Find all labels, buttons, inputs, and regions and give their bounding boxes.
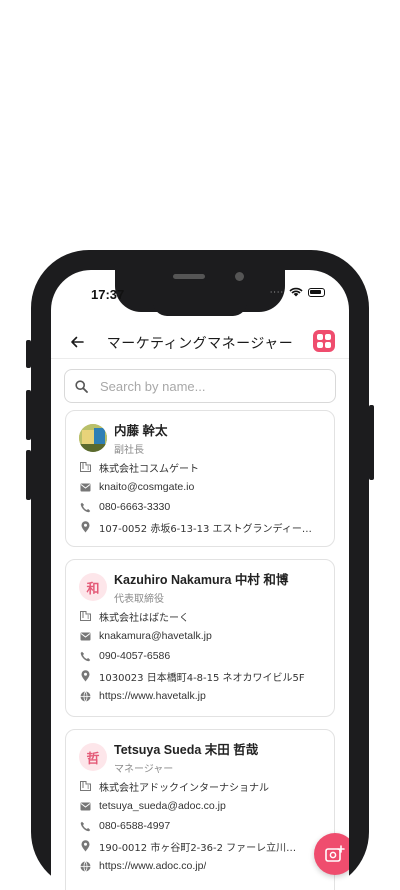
avatar: 和 (79, 573, 107, 601)
header-divider (51, 358, 349, 359)
contact-role: 代表取締役 (114, 594, 164, 605)
contact-name: 内藤 幹太 (114, 424, 168, 438)
address-row: 190-0012 市ヶ谷町2-36-2 ファーレ立川… (79, 838, 324, 854)
speaker (173, 274, 205, 279)
contact-website[interactable]: https://www.havetalk.jp (99, 690, 206, 702)
avatar (79, 424, 107, 452)
phone-icon (79, 501, 91, 513)
grid-menu-icon-cell (325, 342, 331, 348)
grid-menu-icon (317, 334, 323, 340)
phone-row: 080-6663-3330 (79, 499, 324, 515)
contact-company: 株式会社アドックインターナショナル (99, 782, 269, 794)
front-camera (235, 272, 244, 281)
contact-email[interactable]: knakamura@havetalk.jp (99, 630, 212, 642)
app-screen: 17:37 ···· マーケティングマネージャー Search by name.… (51, 270, 349, 890)
add-photo-icon (325, 845, 345, 862)
contact-address: 107-0052 赤坂6-13-13 エストグランディー… (99, 523, 312, 535)
contact-address: 1030023 日本橋町4-8-15 ネオカワイビル5F (99, 672, 305, 684)
contact-address: 190-0012 市ヶ谷町2-36-2 ファーレ立川… (99, 842, 297, 854)
search-bar[interactable] (64, 369, 336, 403)
location-pin-icon (79, 521, 91, 533)
contact-phone[interactable]: 080-6663-3330 (99, 501, 170, 513)
phone-frame: 17:37 ···· マーケティングマネージャー Search by name.… (26, 250, 374, 890)
phone-row: 080-6588-4997 (79, 818, 324, 834)
contact-email[interactable]: tetsuya_sueda@adoc.co.jp (99, 800, 226, 812)
battery-icon (308, 287, 325, 297)
avatar: 哲 (79, 743, 107, 771)
globe-icon (79, 690, 91, 702)
building-icon (79, 780, 91, 792)
grid-menu-icon-cell (325, 334, 331, 340)
globe-icon (79, 860, 91, 872)
contact-name: Kazuhiro Nakamura 中村 和博 (114, 573, 289, 587)
power-button (369, 405, 374, 480)
contact-role: マネージャー (114, 764, 174, 775)
phone-icon (79, 650, 91, 662)
mute-switch (26, 340, 31, 368)
location-pin-icon (79, 670, 91, 682)
email-row: tetsuya_sueda@adoc.co.jp (79, 798, 324, 814)
contact-phone[interactable]: 090-4057-6586 (99, 650, 170, 662)
grid-menu-icon-cell (317, 342, 323, 348)
company-row: 株式会社はばたーく (79, 608, 324, 624)
search-icon (75, 379, 88, 393)
website-row: https://www.adoc.co.jp/ (79, 858, 324, 874)
contact-company: 株式会社はばたーく (99, 612, 189, 624)
notch-tab (153, 300, 247, 316)
app-header: マーケティングマネージャー (51, 324, 349, 360)
status-time: 17:37 (91, 287, 125, 302)
contact-email[interactable]: knaito@cosmgate.io (99, 481, 194, 493)
signal-icon: ···· (269, 287, 284, 297)
contact-role: 副社長 (114, 445, 144, 456)
mail-icon (79, 800, 91, 812)
location-pin-icon (79, 840, 91, 852)
contact-website[interactable]: https://www.adoc.co.jp/ (99, 860, 206, 872)
contact-card[interactable]: 和 Kazuhiro Nakamura 中村 和博 代表取締役 株式会社はばたー… (65, 559, 335, 717)
email-row: knaito@cosmgate.io (79, 479, 324, 495)
contact-name: Tetsuya Sueda 末田 哲哉 (114, 743, 259, 757)
mail-icon (79, 630, 91, 642)
status-icons: ···· (270, 287, 325, 297)
phone-row: 090-4057-6586 (79, 648, 324, 664)
address-row: 1030023 日本橋町4-8-15 ネオカワイビル5F (79, 668, 324, 684)
page-title: マーケティングマネージャー (106, 336, 294, 352)
mail-icon (79, 481, 91, 493)
phone-icon (79, 820, 91, 832)
company-row: 株式会社コスムゲート (79, 459, 324, 475)
volume-up-button (26, 390, 31, 440)
address-row: 107-0052 赤坂6-13-13 エストグランディー… (79, 519, 324, 535)
contact-phone[interactable]: 080-6588-4997 (99, 820, 170, 832)
avatar-photo-icon (79, 424, 107, 452)
building-icon (79, 610, 91, 622)
search-input[interactable] (100, 378, 300, 394)
grid-menu-button[interactable] (313, 330, 335, 352)
scan-card-button[interactable] (314, 833, 349, 875)
contact-card[interactable]: 内藤 幹太 副社長 株式会社コスムゲート knaito@cosmgate.io … (65, 410, 335, 547)
volume-down-button (26, 450, 31, 500)
building-icon (79, 461, 91, 473)
email-row: knakamura@havetalk.jp (79, 628, 324, 644)
company-row: 株式会社アドックインターナショナル (79, 778, 324, 794)
contact-company: 株式会社コスムゲート (99, 463, 199, 475)
website-row: https://www.havetalk.jp (79, 688, 324, 704)
wifi-icon (289, 287, 303, 297)
